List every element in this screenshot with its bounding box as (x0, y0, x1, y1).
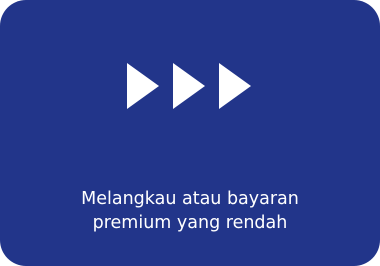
triple-play-arrows-icon (0, 62, 380, 126)
caption-line-2: premium yang rendah (92, 213, 288, 233)
play-arrow-2 (173, 63, 205, 109)
caption-line-1: Melangkau atau bayaran (81, 189, 299, 209)
play-arrow-1 (127, 63, 159, 109)
play-arrow-3 (219, 63, 251, 109)
card-caption: Melangkau atau bayaran premium yang rend… (20, 187, 360, 235)
feature-card: Melangkau atau bayaran premium yang rend… (0, 0, 380, 266)
